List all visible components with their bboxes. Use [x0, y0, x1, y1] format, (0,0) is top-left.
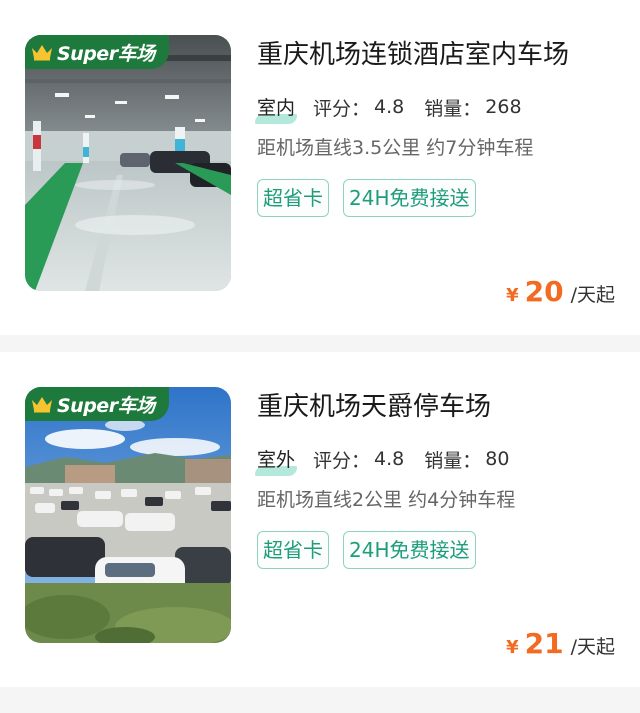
currency-symbol: ¥ [506, 285, 519, 306]
badge-label: Super车场 [57, 394, 155, 417]
crown-icon [32, 45, 52, 61]
badge-label: Super车场 [57, 42, 155, 65]
parking-lot-list: Super车场 重庆机场连锁酒店室内车场 室内 评分： 4.8 销量： 268 … [0, 0, 640, 713]
parking-lot-info: 重庆机场连锁酒店室内车场 室内 评分： 4.8 销量： 268 距机场直线3.5… [254, 35, 627, 217]
rating-value: 4.8 [374, 448, 405, 470]
distance-text: 距机场直线3.5公里 约7分钟车程 [257, 137, 534, 159]
feature-tag-free-shuttle: 24H免费接送 [343, 531, 476, 569]
sales-value: 268 [485, 96, 522, 118]
sales-label: 销量： [424, 97, 482, 120]
rating-value: 4.8 [374, 96, 405, 118]
rating-label: 评分： [313, 97, 371, 120]
feature-tag-saver-card: 超省卡 [257, 179, 329, 217]
price: ¥ 21 /天起 [506, 627, 615, 660]
distance-text: 距机场直线2公里 约4分钟车程 [257, 489, 516, 511]
feature-tags: 超省卡 24H免费接送 [257, 531, 627, 569]
indoor-garage-image [25, 35, 231, 291]
sales-value: 80 [485, 448, 510, 470]
price-unit: /天起 [570, 636, 615, 658]
parking-lot-meta: 室外 评分： 4.8 销量： 80 [254, 444, 627, 476]
super-lot-badge: Super车场 [25, 35, 169, 69]
currency-symbol: ¥ [506, 637, 519, 658]
price-unit: /天起 [570, 284, 615, 306]
parking-lot-photo: Super车场 [25, 35, 231, 291]
parking-lot-meta: 室内 评分： 4.8 销量： 268 [254, 92, 627, 124]
crown-icon [32, 397, 52, 413]
rating-label: 评分： [313, 449, 371, 472]
parking-lot-name[interactable]: 重庆机场连锁酒店室内车场 [257, 35, 627, 75]
parking-lot-info: 重庆机场天爵停车场 室外 评分： 4.8 销量： 80 距机场直线2公里 约4分… [254, 387, 627, 569]
lot-type-tag: 室内 [254, 93, 298, 124]
price-amount: 20 [524, 275, 564, 308]
feature-tags: 超省卡 24H免费接送 [257, 179, 627, 217]
parking-lot-card[interactable]: Super车场 重庆机场连锁酒店室内车场 室内 评分： 4.8 销量： 268 … [0, 0, 640, 335]
outdoor-lot-image [25, 387, 231, 643]
price: ¥ 20 /天起 [506, 275, 615, 308]
price-amount: 21 [524, 627, 564, 660]
feature-tag-free-shuttle: 24H免费接送 [343, 179, 476, 217]
sales-label: 销量： [424, 449, 482, 472]
lot-type-tag: 室外 [254, 445, 298, 476]
parking-lot-name[interactable]: 重庆机场天爵停车场 [257, 387, 627, 427]
feature-tag-saver-card: 超省卡 [257, 531, 329, 569]
parking-lot-card[interactable]: Super车场 重庆机场天爵停车场 室外 评分： 4.8 销量： 80 距机场直… [0, 352, 640, 687]
parking-lot-photo: Super车场 [25, 387, 231, 643]
super-lot-badge: Super车场 [25, 387, 169, 421]
